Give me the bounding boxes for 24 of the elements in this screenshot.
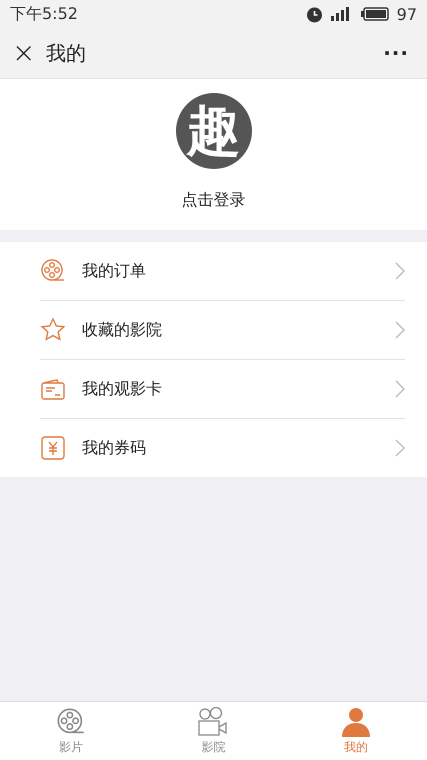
- chevron-icon: [395, 380, 405, 398]
- close-button[interactable]: ×: [12, 39, 34, 67]
- chevron-icon: [395, 439, 405, 457]
- camera-icon: [197, 706, 230, 736]
- menu-item[interactable]: 我的观影卡: [82, 378, 395, 400]
- menu-item[interactable]: 我的订单: [82, 260, 395, 282]
- star-icon: [40, 317, 66, 343]
- card-icon: [40, 376, 66, 402]
- person-icon: [340, 706, 372, 736]
- page-title: 我的: [46, 40, 87, 66]
- tab[interactable]: 影院: [142, 702, 285, 760]
- avatar-logo: 趣: [176, 93, 252, 169]
- alarm-icon: [306, 6, 323, 22]
- tab[interactable]: 影片: [0, 702, 142, 760]
- login-link[interactable]: 点击登录: [176, 189, 252, 212]
- battery-level: 97: [396, 4, 417, 24]
- menu-item[interactable]: 收藏的影院: [82, 320, 395, 340]
- menu-item[interactable]: 我的券码: [82, 438, 395, 458]
- more-button[interactable]: ···: [377, 40, 415, 66]
- status-time: 下午5:52: [10, 4, 78, 24]
- battery-icon: [360, 7, 389, 21]
- chevron-icon: [395, 262, 405, 280]
- chevron-icon: [395, 321, 405, 339]
- yen-icon: [40, 435, 66, 461]
